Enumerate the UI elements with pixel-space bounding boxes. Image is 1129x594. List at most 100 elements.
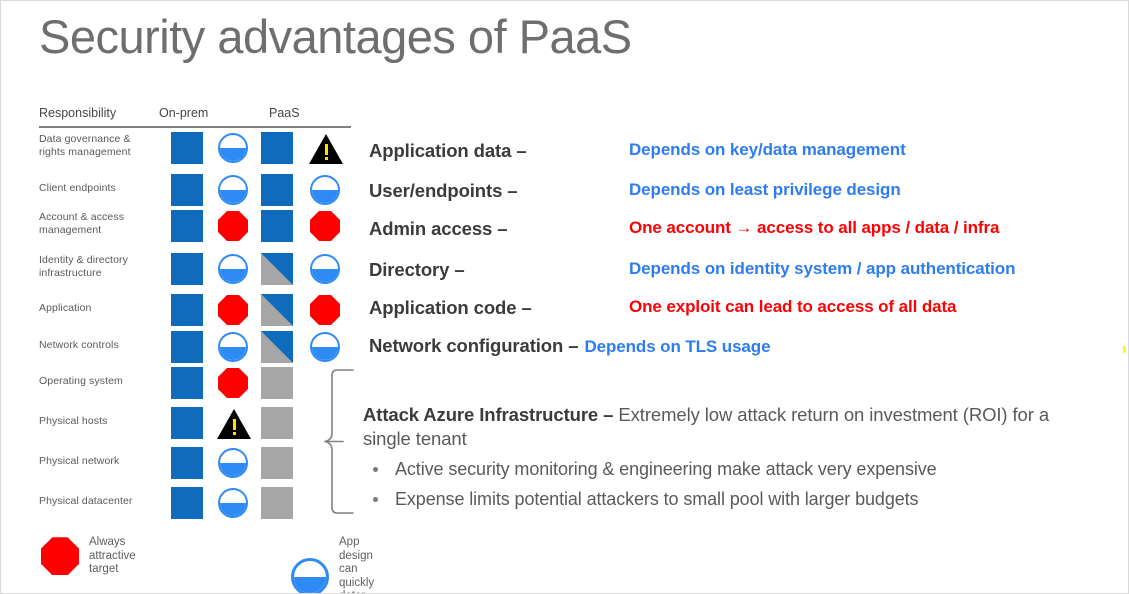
matrix-row-label: Application [39, 302, 92, 314]
red-octagon-icon [310, 295, 340, 325]
blue-square-icon [171, 132, 203, 164]
matrix-cell [217, 174, 249, 206]
matrix-cell [171, 132, 203, 164]
matrix-cell [171, 407, 203, 439]
infrastructure-brace [323, 369, 357, 514]
matrix-row: Application [39, 294, 359, 334]
matrix-row: Physical network [39, 447, 359, 487]
matrix-cell [217, 210, 249, 242]
matrix-row-label: Physical datacenter [39, 495, 133, 507]
column-header-on-prem: On-prem [159, 106, 209, 120]
matrix-cell [217, 447, 249, 479]
gray-square-icon [261, 367, 293, 399]
annotation-term: Network configuration – [369, 335, 579, 356]
blue-square-icon [261, 174, 293, 206]
matrix-row: Physical hosts [39, 407, 359, 447]
matrix-cell [309, 210, 341, 242]
matrix-cell [171, 487, 203, 519]
matrix-cell [171, 253, 203, 285]
bullet-dot-icon [373, 467, 378, 472]
matrix-cell [171, 294, 203, 326]
annotation-description: Depends on identity system / app authent… [629, 259, 1016, 278]
split-square-icon [261, 253, 293, 285]
half-circle-icon [218, 488, 248, 518]
half-circle-icon [310, 254, 340, 284]
blue-square-icon [261, 210, 293, 242]
legend-label-red-octagon: Always attractive target [89, 536, 136, 575]
matrix-cell [217, 132, 249, 164]
blue-square-icon [171, 253, 203, 285]
matrix-row-label: Data governance & rights management [39, 133, 131, 158]
blue-square-icon [171, 407, 203, 439]
matrix-cell [217, 294, 249, 326]
matrix-cell [261, 210, 293, 242]
half-circle-icon [310, 332, 340, 362]
matrix-row: Physical datacenter [39, 487, 359, 527]
matrix-cell [309, 294, 341, 326]
matrix-cell [261, 367, 293, 399]
column-header-paas: PaaS [269, 106, 300, 120]
annotation-term: Application data – [369, 140, 527, 161]
half-circle-icon [291, 557, 329, 593]
annotation-description: Depends on TLS usage [584, 337, 771, 356]
matrix-row: Client endpoints [39, 174, 359, 214]
gray-square-icon [261, 447, 293, 479]
matrix-row-label: Physical network [39, 455, 120, 467]
matrix-row: Operating system [39, 367, 359, 407]
annotation-row: Directory – Depends on identity system / … [369, 259, 1015, 283]
legend-item-red-octagon: Always attractive target [41, 536, 136, 577]
annotation-row: Admin access – One account → access to al… [369, 218, 999, 242]
annotation-description: One account → access to all apps / data … [629, 218, 1000, 237]
red-octagon-icon [218, 211, 248, 241]
matrix-cell [217, 407, 251, 439]
red-octagon-icon [41, 537, 79, 576]
matrix-cell [309, 253, 341, 285]
half-circle-icon [218, 332, 248, 362]
matrix-cell [171, 447, 203, 479]
attack-bullet-text: Active security monitoring & engineering… [395, 459, 937, 479]
matrix-cell [309, 331, 341, 363]
annotation-row: Application data – Depends on key/data ma… [369, 140, 906, 164]
blue-square-icon [171, 367, 203, 399]
matrix-row-label: Identity & directory infrastructure [39, 254, 128, 279]
gray-square-icon [261, 407, 293, 439]
matrix-column-headers: Responsibility On-prem PaaS [39, 106, 349, 126]
edge-artifact [1123, 346, 1126, 353]
matrix-cell [217, 487, 249, 519]
half-circle-icon [310, 175, 340, 205]
annotation-term: Directory – [369, 259, 465, 280]
attack-lead-text: Attack Azure Infrastructure – Extremely … [363, 403, 1075, 451]
matrix-cell [309, 132, 343, 164]
warning-triangle-icon [309, 134, 343, 164]
responsibility-matrix: Responsibility On-prem PaaS [39, 106, 349, 126]
attack-bullet-text: Expense limits potential attackers to sm… [395, 489, 919, 509]
annotation-term: Admin access – [369, 218, 508, 239]
matrix-row-label: Physical hosts [39, 415, 108, 427]
split-square-icon [261, 294, 293, 326]
blue-square-icon [171, 447, 203, 479]
annotation-description: One exploit can lead to access of all da… [629, 297, 957, 316]
annotation-description: Depends on key/data management [629, 140, 906, 159]
matrix-cell [217, 253, 249, 285]
matrix-cell [261, 294, 293, 326]
red-octagon-icon [218, 295, 248, 325]
page-title: Security advantages of PaaS [39, 10, 632, 63]
matrix-row: Identity & directory infrastructure [39, 253, 359, 293]
blue-square-icon [171, 331, 203, 363]
matrix-cell [171, 210, 203, 242]
attack-bullet: Expense limits potential attackers to sm… [363, 488, 1075, 511]
legend-label-half-circle: App design can quickly deter attacker [339, 536, 375, 593]
matrix-cell [261, 407, 293, 439]
matrix-row: Network controls [39, 331, 359, 371]
half-circle-icon [218, 133, 248, 163]
blue-square-icon [171, 487, 203, 519]
attack-bullet: Active security monitoring & engineering… [363, 458, 1075, 481]
half-circle-icon [218, 448, 248, 478]
matrix-header-divider [39, 126, 351, 128]
matrix-cell [261, 253, 293, 285]
blue-square-icon [171, 294, 203, 326]
matrix-cell [171, 174, 203, 206]
red-octagon-icon [218, 368, 248, 398]
annotation-term: User/endpoints – [369, 180, 518, 201]
warning-triangle-icon [217, 409, 251, 439]
